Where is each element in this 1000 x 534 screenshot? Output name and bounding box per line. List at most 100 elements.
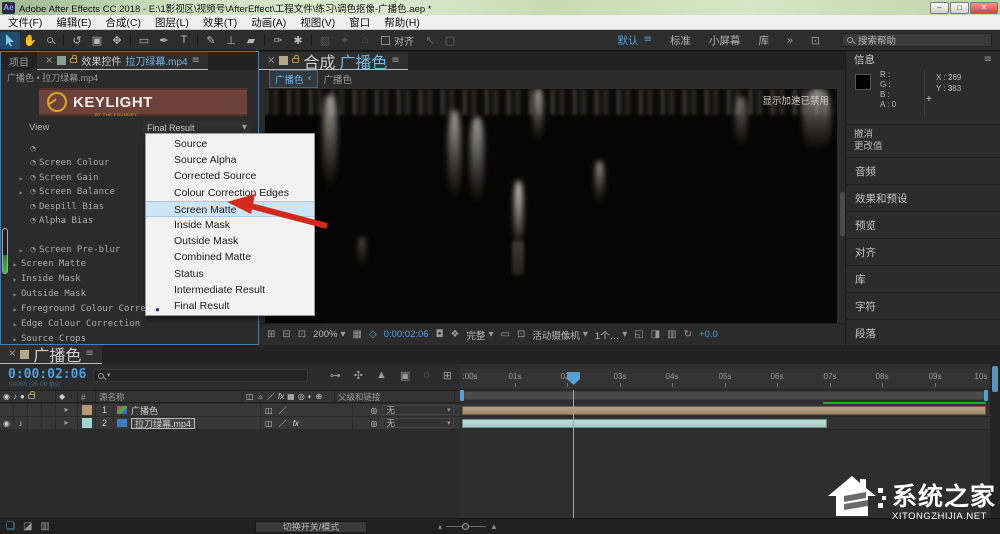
motion-blur-icon[interactable]: ◌ <box>423 369 430 382</box>
menu-window[interactable]: 窗口 <box>349 15 370 30</box>
workspace-libraries[interactable]: 库 <box>758 33 769 48</box>
panel-effects-presets[interactable]: 效果和预设 <box>846 184 1000 211</box>
switches-cell[interactable]: ◫ ／ fx <box>261 417 353 429</box>
layer-lane-2[interactable] <box>460 417 990 430</box>
panel-character[interactable]: 字符 <box>846 292 1000 319</box>
panel-menu-icon[interactable]: ≡ <box>391 56 399 66</box>
playhead-line[interactable] <box>573 390 574 518</box>
primary-viewer-icon[interactable]: ⊟ <box>282 330 290 340</box>
fast-previews-icon[interactable]: ◨ <box>651 330 660 340</box>
timeline-button-icon[interactable]: ▥ <box>667 330 676 340</box>
stopwatch-icon[interactable]: ◔ <box>27 202 39 212</box>
pixel-aspect-icon[interactable]: ⊡ <box>517 330 525 340</box>
stopwatch-icon[interactable]: ◔ <box>27 216 39 226</box>
solo-cell[interactable] <box>28 417 42 429</box>
menu-layer[interactable]: 图层(L) <box>155 15 189 30</box>
layer-color-swatch[interactable] <box>82 405 92 415</box>
mini-flowchart-icon[interactable]: ⊶ <box>330 369 341 382</box>
maximize-button[interactable]: □ <box>950 2 969 14</box>
layer-lane-1[interactable] <box>460 404 990 417</box>
layer-color-swatch[interactable] <box>82 418 92 428</box>
expand-cell[interactable]: ▸ <box>56 417 78 429</box>
tab-effect-controls[interactable]: × 效果控件 拉刀绿幕.mp4 ≡ <box>37 52 208 70</box>
workspace-small-screen[interactable]: 小屏幕 <box>709 33 741 48</box>
dropdown-item-combined-matte[interactable]: Combined Matte <box>146 249 314 265</box>
dropdown-item-source-alpha[interactable]: Source Alpha <box>146 152 314 168</box>
selection-tool[interactable] <box>0 32 20 49</box>
dropdown-item-final-result[interactable]: ● Final Result <box>146 298 314 314</box>
menu-animation[interactable]: 动画(A) <box>251 15 286 30</box>
fx-switch-icon[interactable]: fx <box>293 419 299 428</box>
quality-switch-icon[interactable]: ／ <box>279 418 287 429</box>
viewer-timecode[interactable]: 0:00:02:06 <box>384 329 429 340</box>
menu-file[interactable]: 文件(F) <box>8 15 42 30</box>
exposure-value[interactable]: +0.0 <box>699 329 718 340</box>
eye-icon[interactable]: ◉ <box>3 419 10 428</box>
switches-cell[interactable]: ◫ ／ <box>261 404 353 416</box>
lock-cell[interactable] <box>42 417 56 429</box>
label-cell[interactable] <box>78 417 96 429</box>
stopwatch-icon[interactable]: ◔ <box>27 173 39 183</box>
tab-project[interactable]: 项目 <box>1 52 37 70</box>
type-tool[interactable]: T <box>174 32 194 49</box>
stopwatch-icon[interactable]: ◔ <box>27 144 39 154</box>
roto-brush-tool[interactable]: ✑ <box>268 32 288 49</box>
parent-cell[interactable]: ◎ 无 ▾ <box>353 404 473 416</box>
close-tab-icon[interactable]: × <box>267 56 275 66</box>
work-area-end-bracket[interactable] <box>984 390 988 401</box>
menu-effect[interactable]: 效果(T) <box>203 15 237 30</box>
puppet-pin-tool[interactable]: ✱ <box>288 32 308 49</box>
panel-menu-icon[interactable]: ≡ <box>984 55 992 65</box>
layer-name[interactable]: 广播色 <box>131 404 158 417</box>
dropdown-item-status[interactable]: Status <box>146 266 314 282</box>
expand-arrow-icon[interactable]: ▸ <box>9 305 21 314</box>
audio-cell[interactable]: ♪ <box>14 417 28 429</box>
current-timecode[interactable]: 0:00:02:06 <box>8 367 86 382</box>
timeline-search-field[interactable]: ▾ <box>93 369 308 382</box>
panel-paragraph[interactable]: 段落 <box>846 319 1000 346</box>
expand-arrow-icon[interactable]: ▸ <box>9 260 21 269</box>
lock-cell[interactable] <box>42 404 56 416</box>
label-cell[interactable] <box>78 404 96 416</box>
stopwatch-icon[interactable]: ◔ <box>27 245 39 255</box>
menu-edit[interactable]: 编辑(E) <box>56 15 91 30</box>
expand-arrow-icon[interactable]: ▸ <box>9 335 21 344</box>
expand-cell[interactable]: ▸ <box>56 404 78 416</box>
shy-switch-icon[interactable]: ◫ <box>265 419 273 428</box>
timeline-zoom-slider[interactable]: ▴ ▲ <box>438 522 498 531</box>
zoom-tool[interactable] <box>40 32 60 49</box>
parent-dropdown[interactable]: 无 ▾ <box>382 405 454 415</box>
pickwhip-icon[interactable]: ◎ <box>371 419 378 428</box>
workspace-default[interactable]: 默认 ≡ <box>618 33 652 48</box>
panel-menu-icon[interactable]: ≡ <box>192 56 200 66</box>
search-help-field[interactable]: 搜索帮助 <box>842 33 992 47</box>
snap-checkbox[interactable] <box>381 36 390 45</box>
name-cell[interactable]: 拉刀绿幕.mp4 <box>114 417 261 429</box>
dropdown-item-outside-mask[interactable]: Outside Mask <box>146 233 314 249</box>
menu-composition[interactable]: 合成(C) <box>105 15 141 30</box>
zoom-in-icon[interactable]: ▲ <box>490 522 498 531</box>
audio-cell[interactable] <box>14 404 28 416</box>
menu-help[interactable]: 帮助(H) <box>384 15 420 30</box>
snapshot-icon[interactable]: ◘ <box>436 330 444 340</box>
layer-row-2[interactable]: ◉ ♪ ▸ 2 拉刀绿幕.mp4 ◫ ／ fx ◎ <box>0 417 460 430</box>
resolution-dropdown[interactable]: 完整 ▾ <box>466 328 493 342</box>
layer-bar-footage[interactable] <box>462 419 827 428</box>
source-name-column-header[interactable]: 源名称 <box>96 391 243 402</box>
layer-bar-comp[interactable] <box>462 406 986 415</box>
snapping-control[interactable]: 对齐 <box>381 33 414 48</box>
expand-arrow-icon[interactable]: ▸ <box>15 188 27 197</box>
work-area-start-bracket[interactable] <box>460 390 464 401</box>
expand-arrow-icon[interactable]: ▸ <box>9 320 21 329</box>
dropdown-item-source[interactable]: Source <box>146 136 314 152</box>
shape-tool[interactable]: ▭ <box>134 32 154 49</box>
workspace-menu-icon[interactable]: ≡ <box>644 35 652 45</box>
close-button[interactable]: ✕ <box>970 2 998 14</box>
share-panel-icon[interactable]: ⊡ <box>811 35 820 46</box>
menu-view[interactable]: 视图(V) <box>300 15 335 30</box>
composition-canvas[interactable]: 显示加速已禁用 <box>265 89 837 324</box>
expand-transfer-controls-icon[interactable]: ◪ <box>23 522 32 532</box>
clone-stamp-tool[interactable]: ⊥ <box>221 32 241 49</box>
zoom-out-icon[interactable]: ▴ <box>438 522 442 531</box>
time-ruler[interactable]: :00s 01s 02s 03s 04s 05s 06s 07s 08s 09s… <box>460 369 990 390</box>
